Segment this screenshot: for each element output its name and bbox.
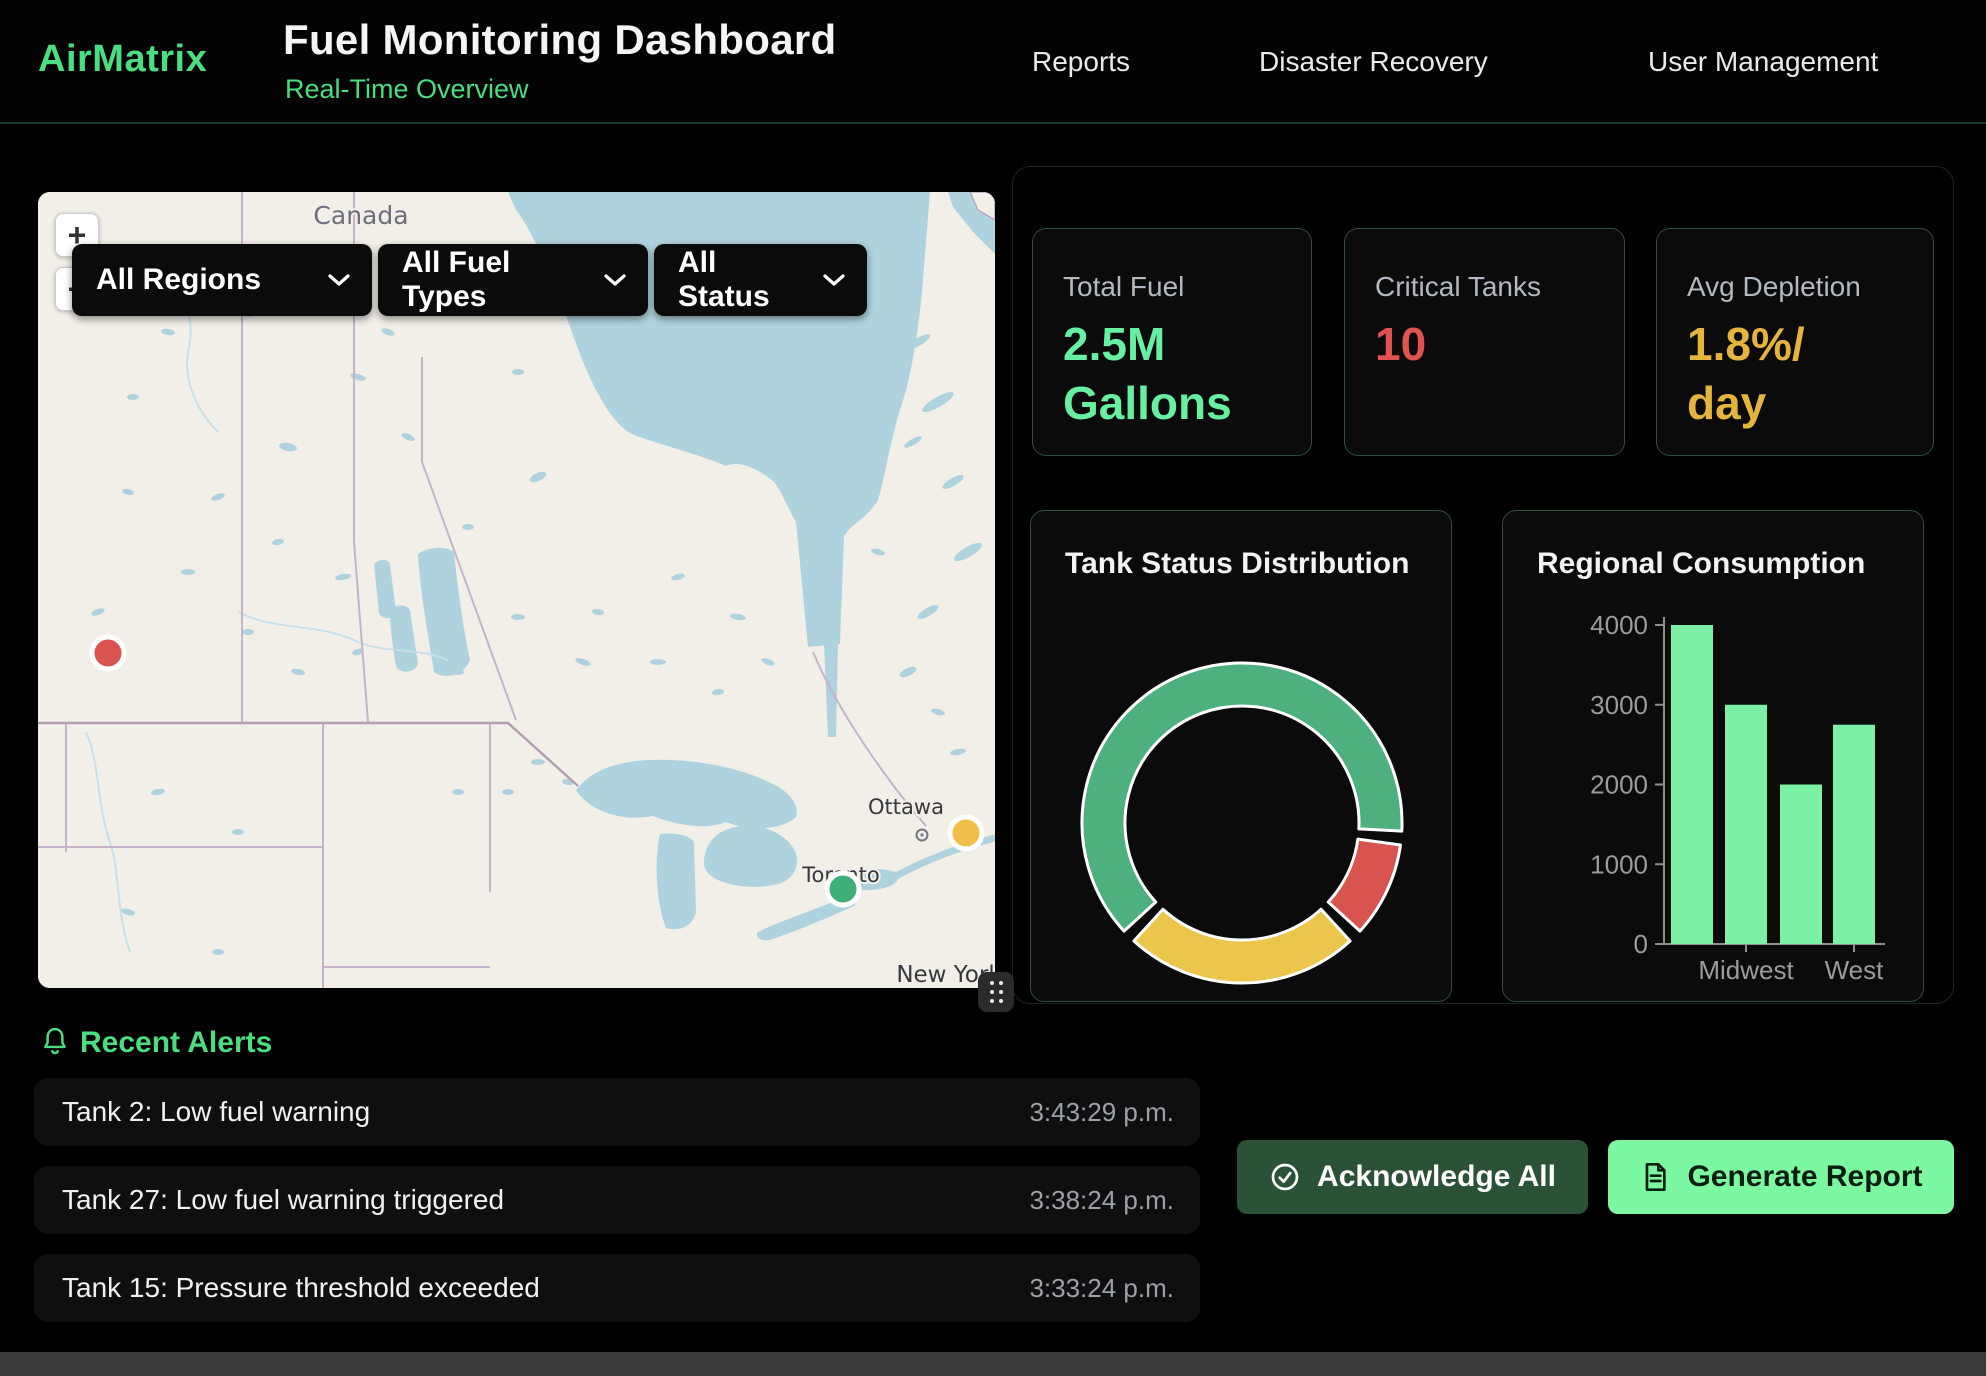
x-tick-label: Midwest (1698, 955, 1794, 985)
bell-icon (40, 1026, 70, 1058)
nav-item-disaster-recovery[interactable]: Disaster Recovery (1259, 46, 1488, 78)
bottom-scrollbar[interactable] (0, 1352, 1986, 1376)
generate-report-button[interactable]: Generate Report (1608, 1140, 1954, 1214)
y-tick-label: 3000 (1590, 690, 1648, 720)
chart-title: Tank Status Distribution (1065, 547, 1409, 581)
donut-segment-yellow (1134, 909, 1350, 983)
stat-card-total-fuel: Total Fuel 2.5M Gallons (1032, 228, 1312, 456)
y-tick-label: 2000 (1590, 770, 1648, 800)
bar-1 (1725, 705, 1767, 944)
regional-consumption-chart-card: Regional Consumption 0 1000 2000 3000 4000 Mi… (1502, 510, 1924, 1002)
stat-label: Critical Tanks (1375, 271, 1596, 303)
nav-item-user-management[interactable]: User Management (1648, 46, 1878, 78)
document-icon (1639, 1161, 1671, 1193)
alert-row[interactable]: Tank 27: Low fuel warning triggered 3:38… (34, 1166, 1200, 1234)
tank-marker-warning[interactable] (950, 817, 982, 849)
chart-title: Regional Consumption (1537, 547, 1865, 581)
acknowledge-all-button[interactable]: Acknowledge All (1237, 1140, 1588, 1214)
chevron-down-icon (604, 273, 626, 287)
fuel-type-filter-label: All Fuel Types (402, 246, 586, 314)
bar-3 (1833, 725, 1875, 944)
stat-card-avg-depletion: Avg Depletion 1.8%/ day (1656, 228, 1934, 456)
stat-value: 2.5M Gallons (1063, 315, 1283, 433)
page-subtitle: Real-Time Overview (285, 74, 529, 105)
stat-value: 1.8%/ day (1687, 315, 1905, 433)
tank-marker-critical[interactable] (92, 637, 124, 669)
status-filter-label: All Status (678, 246, 805, 314)
fuel-type-filter-dropdown[interactable]: All Fuel Types (378, 244, 648, 316)
bar-chart: 0 1000 2000 3000 4000 Midwest West (1503, 511, 1924, 1002)
alert-row[interactable]: Tank 15: Pressure threshold exceeded 3:3… (34, 1254, 1200, 1322)
tank-marker-normal[interactable] (827, 873, 859, 905)
header: AirMatrix Fuel Monitoring Dashboard Real… (0, 0, 1986, 124)
bar-0 (1671, 625, 1713, 944)
chevron-down-icon (328, 273, 350, 287)
donut-segment-red (1328, 839, 1400, 931)
status-filter-dropdown[interactable]: All Status (654, 244, 867, 316)
y-tick-label: 4000 (1590, 610, 1648, 640)
stat-label: Avg Depletion (1687, 271, 1905, 303)
map[interactable]: CanadaOttawaTorontoNew York − + All Regi… (38, 192, 995, 988)
chevron-down-icon (823, 273, 845, 287)
donut-chart (1031, 511, 1452, 1002)
alerts-heading: Recent Alerts (80, 1026, 272, 1060)
stat-card-critical-tanks: Critical Tanks 10 (1344, 228, 1625, 456)
map-place-label: Ottawa (868, 795, 944, 819)
alert-text: Tank 15: Pressure threshold exceeded (62, 1272, 540, 1304)
x-tick-label: West (1825, 955, 1885, 985)
region-filter-dropdown[interactable]: All Regions (72, 244, 372, 316)
stat-value: 10 (1375, 315, 1596, 374)
map-place-label: Canada (313, 201, 408, 230)
drag-grip-icon[interactable] (978, 972, 1014, 1012)
y-tick-label: 0 (1634, 929, 1648, 959)
brand-logo[interactable]: AirMatrix (38, 38, 207, 81)
page-title: Fuel Monitoring Dashboard (283, 16, 836, 64)
check-circle-icon (1269, 1161, 1301, 1193)
y-tick-label: 1000 (1590, 849, 1648, 879)
stat-label: Total Fuel (1063, 271, 1283, 303)
alert-time: 3:33:24 p.m. (1029, 1273, 1174, 1304)
bar-2 (1780, 785, 1822, 945)
alert-time: 3:43:29 p.m. (1029, 1097, 1174, 1128)
tank-status-chart-card: Tank Status Distribution (1030, 510, 1452, 1002)
nav-item-reports[interactable]: Reports (1032, 46, 1130, 78)
alert-text: Tank 27: Low fuel warning triggered (62, 1184, 504, 1216)
alert-row[interactable]: Tank 2: Low fuel warning 3:43:29 p.m. (34, 1078, 1200, 1146)
region-filter-label: All Regions (96, 263, 261, 297)
alert-text: Tank 2: Low fuel warning (62, 1096, 370, 1128)
acknowledge-all-label: Acknowledge All (1317, 1160, 1556, 1194)
alert-time: 3:38:24 p.m. (1029, 1185, 1174, 1216)
generate-report-label: Generate Report (1687, 1160, 1922, 1194)
